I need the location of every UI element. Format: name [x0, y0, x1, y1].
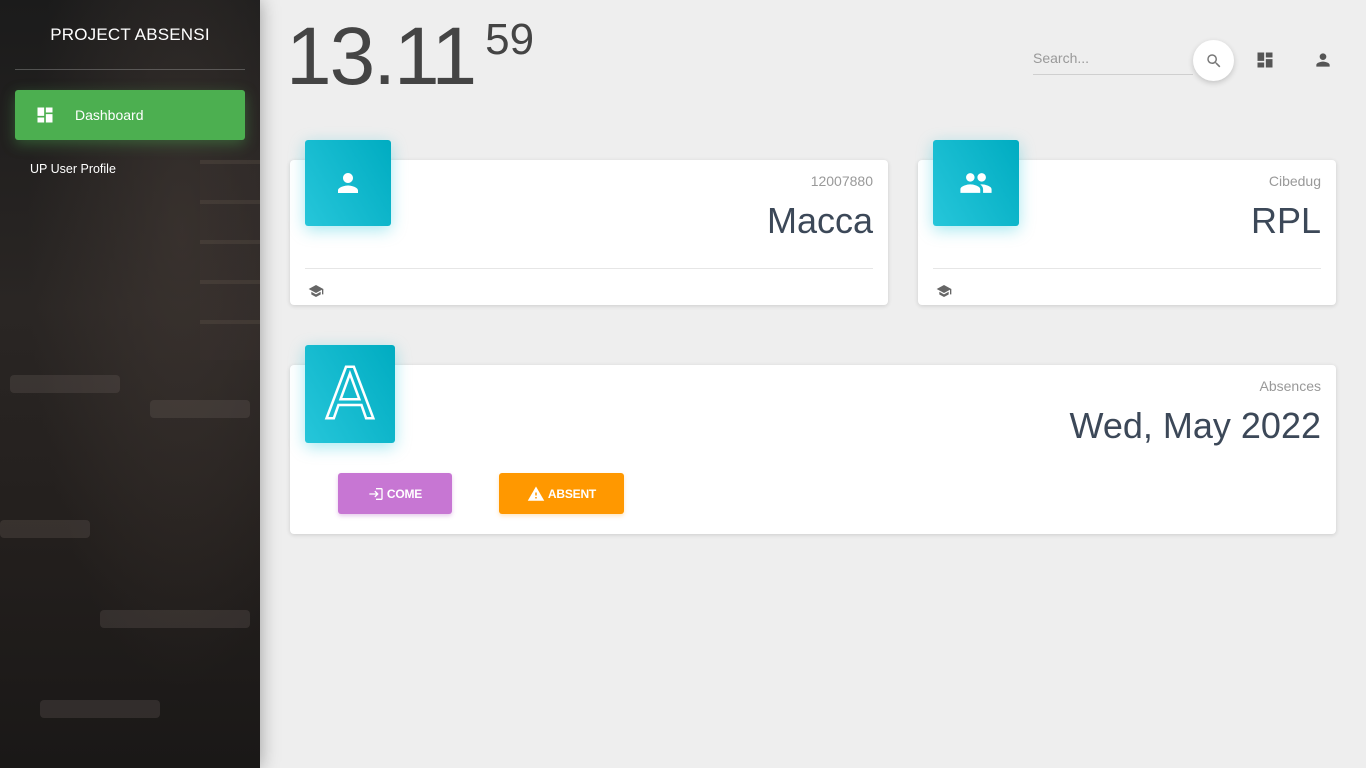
absent-button[interactable]: ABSENT [499, 473, 624, 514]
background-photo-desk [100, 610, 250, 628]
search-input[interactable] [1033, 44, 1193, 72]
sidebar: PROJECT ABSENSI Dashboard UP User Profil… [0, 0, 260, 768]
login-icon [368, 486, 387, 502]
sidebar-item-label: Dashboard [75, 107, 144, 123]
dashboard-icon[interactable] [1253, 48, 1277, 72]
sidebar-item-dashboard[interactable]: Dashboard [15, 90, 245, 140]
search-icon [1205, 52, 1223, 70]
card-footer [305, 268, 873, 304]
class-card-icon [933, 140, 1019, 226]
warning-icon [527, 485, 548, 503]
person-icon[interactable] [1311, 48, 1335, 72]
student-name: Macca [766, 200, 873, 241]
card-footer [933, 268, 1321, 304]
clock-seconds: 59 [485, 15, 535, 64]
come-button[interactable]: COME [338, 473, 452, 514]
group-icon [959, 166, 993, 200]
absence-category: Absences [1259, 378, 1321, 394]
sidebar-brand[interactable]: PROJECT ABSENSI [15, 0, 245, 70]
background-photo-shelf [200, 160, 260, 360]
search-button[interactable] [1193, 40, 1234, 81]
person-icon [333, 168, 363, 198]
class-location: Cibedug [1268, 173, 1321, 189]
student-id: 12007880 [810, 173, 873, 189]
school-icon [308, 283, 324, 299]
student-card-icon [305, 140, 391, 226]
background-photo-desk [150, 400, 250, 418]
background-photo-desk [40, 700, 160, 718]
sidebar-item-user-profile[interactable]: UP User Profile [30, 162, 116, 176]
absence-card-icon: A [305, 345, 395, 443]
come-button-label: COME [386, 486, 423, 501]
dashboard-icon [35, 105, 55, 125]
class-name: RPL [1250, 200, 1321, 241]
absence-card: Absences Wed, May 2022 COME ABSENT [290, 365, 1336, 534]
search-field[interactable] [1033, 44, 1193, 75]
absence-date: Wed, May 2022 [1069, 405, 1321, 446]
clock: 13.11 59 [286, 14, 534, 100]
letter-a-icon: A [325, 353, 375, 435]
absent-button-label: ABSENT [547, 486, 597, 501]
background-photo-desk [10, 375, 120, 393]
background-photo-desk [0, 520, 90, 538]
clock-hours-minutes: 13.11 [286, 11, 477, 102]
school-icon [936, 283, 952, 299]
